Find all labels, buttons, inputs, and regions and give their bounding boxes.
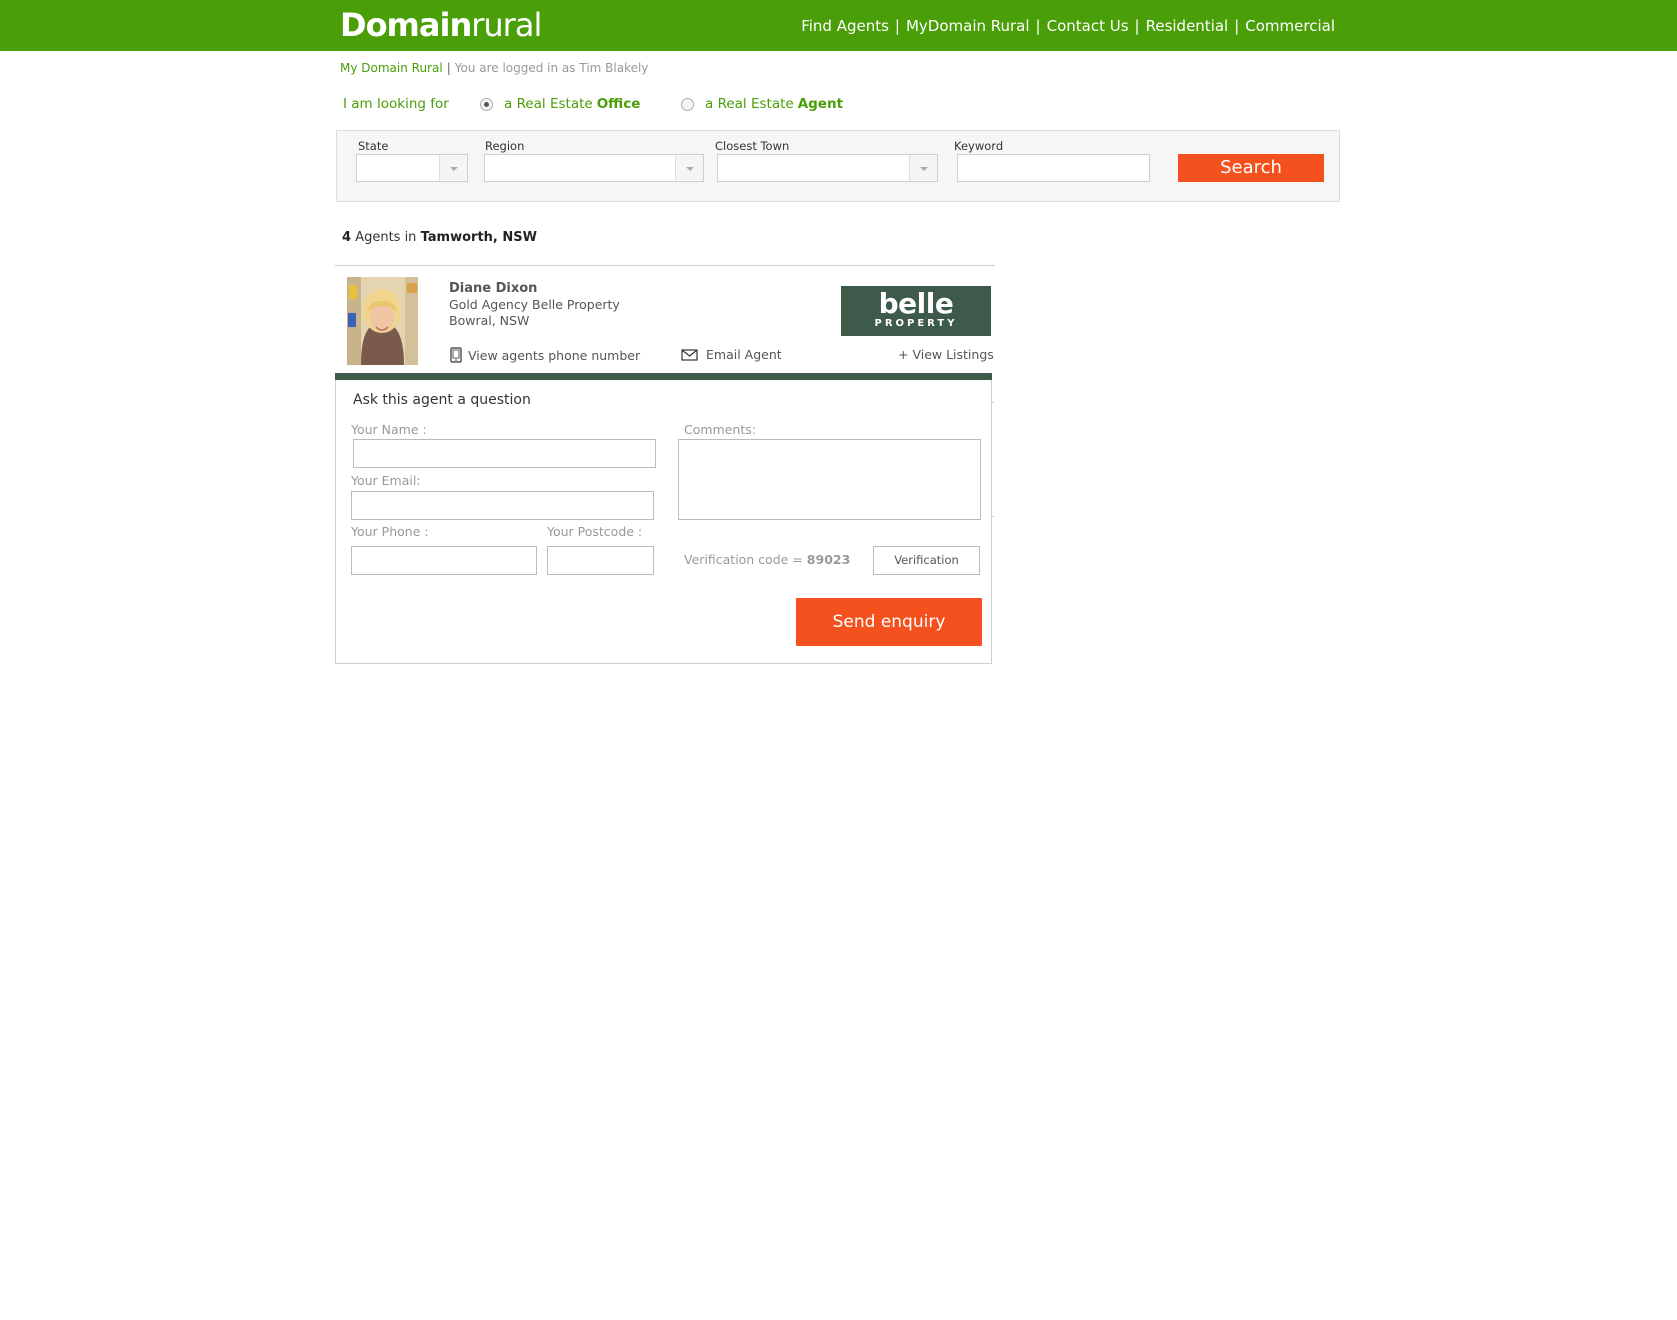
chevron-down-icon[interactable] (675, 155, 703, 181)
keyword-label: Keyword (954, 139, 1004, 153)
results-location: Tamworth, NSW (420, 230, 537, 245)
login-status-text: You are logged in as Tim Blakely (454, 61, 649, 75)
your-email-input[interactable] (351, 491, 654, 520)
nav-separator: | (1035, 17, 1041, 35)
nav-separator: | (1134, 17, 1140, 35)
agent-agency: Gold Agency Belle Property (449, 297, 620, 312)
verification-input[interactable]: Verification (873, 546, 980, 575)
envelope-icon (681, 348, 698, 361)
agent-name[interactable]: Diane Dixon (449, 281, 537, 296)
search-panel: State Region Closest Town Keyword Search (336, 130, 1340, 202)
agent-option-emphasis: Agent (797, 96, 844, 112)
view-phone-label: View agents phone number (468, 347, 641, 363)
logo-domain-text: Domain (340, 6, 472, 44)
agent-photo[interactable] (347, 277, 418, 365)
breadcrumb-my-domain-rural[interactable]: My Domain Rural (340, 61, 443, 75)
your-email-label: Your Email: (351, 473, 421, 488)
domain-rural-logo[interactable]: Domainrural (340, 6, 542, 44)
comments-textarea[interactable] (678, 439, 981, 520)
results-count: 4 Agents in Tamworth, NSW (342, 230, 537, 245)
agent-radio[interactable] (681, 97, 694, 111)
looking-for-label: I am looking for (343, 96, 449, 112)
view-listings-label: + View Listings (898, 347, 994, 362)
verification-code-label: Verification code = (684, 552, 803, 567)
your-postcode-input[interactable] (547, 546, 654, 575)
your-name-input[interactable] (353, 439, 656, 468)
nav-contact-us[interactable]: Contact Us (1047, 17, 1129, 35)
your-phone-input[interactable] (351, 546, 537, 575)
agent-location: Bowral, NSW (449, 313, 530, 328)
nav-find-agents[interactable]: Find Agents (801, 17, 889, 35)
brand-subtitle: PROPERTY (874, 318, 958, 329)
breadcrumb: My Domain Rural | You are logged in as Tim… (340, 61, 648, 75)
verification-code-value: 89023 (806, 552, 851, 567)
region-select[interactable] (484, 154, 704, 182)
email-agent-link[interactable]: Email Agent (681, 347, 782, 362)
chevron-down-icon[interactable] (909, 155, 937, 181)
chevron-down-icon[interactable] (439, 155, 467, 181)
nav-separator: | (894, 17, 900, 35)
region-label: Region (485, 139, 525, 153)
top-header-bar: Domainrural Find Agents | MyDomain Rural | C… (0, 0, 1677, 51)
nav-separator: | (1234, 17, 1240, 35)
agent-option-prefix: a Real Estate (705, 96, 794, 112)
nav-residential[interactable]: Residential (1146, 17, 1229, 35)
your-name-label: Your Name : (351, 422, 427, 437)
keyword-input[interactable] (957, 154, 1150, 182)
option-real-estate-office[interactable]: a Real Estate Office (480, 96, 640, 112)
divider (335, 265, 995, 266)
closest-town-select[interactable] (717, 154, 938, 182)
nav-mydomain-rural[interactable]: MyDomain Rural (906, 17, 1030, 35)
state-select[interactable] (356, 154, 468, 182)
nav-commercial[interactable]: Commercial (1245, 17, 1335, 35)
your-phone-label: Your Phone : (351, 524, 429, 539)
results-count-text: Agents in (355, 230, 417, 245)
enquiry-form: Ask this agent a question Your Name : Yo… (335, 380, 992, 664)
enquiry-header-bar (335, 373, 992, 380)
office-option-prefix: a Real Estate (504, 96, 593, 112)
results-count-number: 4 (342, 230, 352, 245)
logo-rural-text: rural (471, 6, 542, 44)
belle-property-logo[interactable]: belle PROPERTY (841, 286, 991, 336)
search-button[interactable]: Search (1178, 154, 1324, 182)
option-real-estate-agent[interactable]: a Real Estate Agent (681, 96, 843, 112)
your-postcode-label: Your Postcode : (547, 524, 643, 539)
verification-code-text: Verification code = 89023 (684, 552, 850, 567)
view-listings-link[interactable]: + View Listings (898, 347, 994, 362)
state-label: State (358, 139, 389, 153)
closest-town-label: Closest Town (715, 139, 790, 153)
send-enquiry-button[interactable]: Send enquiry (796, 598, 982, 646)
office-radio[interactable] (480, 97, 493, 111)
email-agent-label: Email Agent (706, 347, 782, 362)
brand-name: belle (878, 287, 954, 320)
enquiry-title: Ask this agent a question (353, 392, 531, 408)
breadcrumb-separator: | (446, 61, 451, 75)
phone-icon (450, 347, 462, 363)
comments-label: Comments: (684, 422, 756, 437)
main-navigation: Find Agents | MyDomain Rural | Contact Us | Re… (801, 17, 1335, 35)
view-phone-link[interactable]: View agents phone number (450, 347, 640, 363)
office-option-emphasis: Office (596, 96, 641, 112)
